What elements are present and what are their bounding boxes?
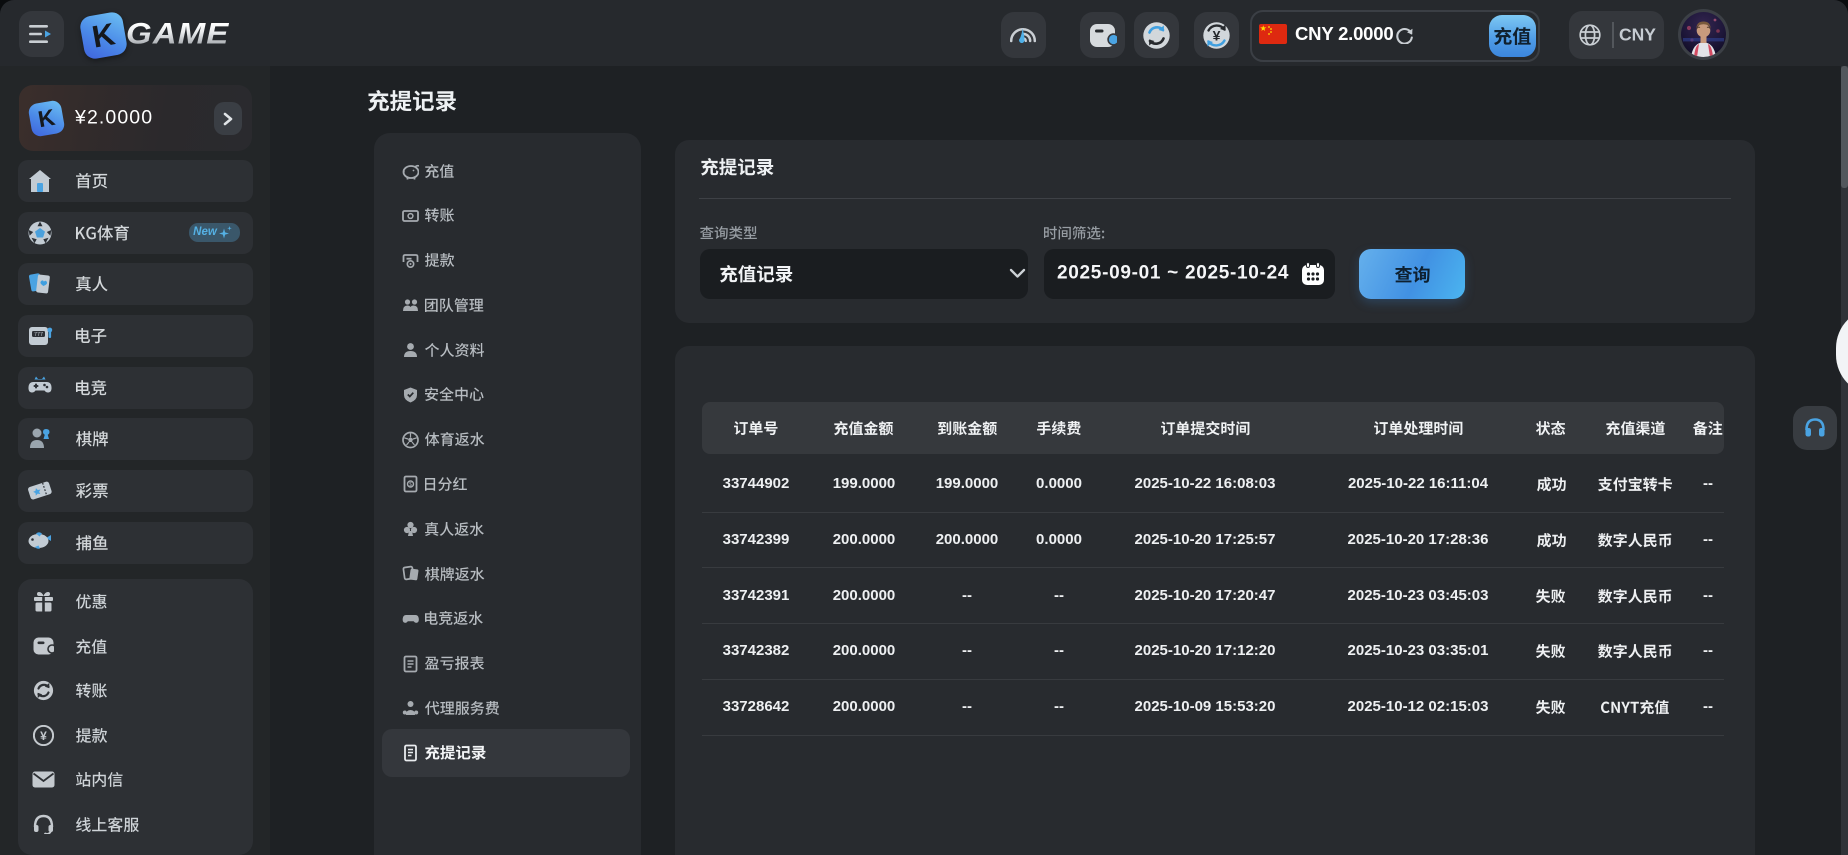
svg-text:777: 777 <box>34 332 43 338</box>
svg-text:¥: ¥ <box>40 729 47 743</box>
svg-text:$: $ <box>409 482 412 488</box>
svg-text:¥: ¥ <box>1213 28 1221 44</box>
